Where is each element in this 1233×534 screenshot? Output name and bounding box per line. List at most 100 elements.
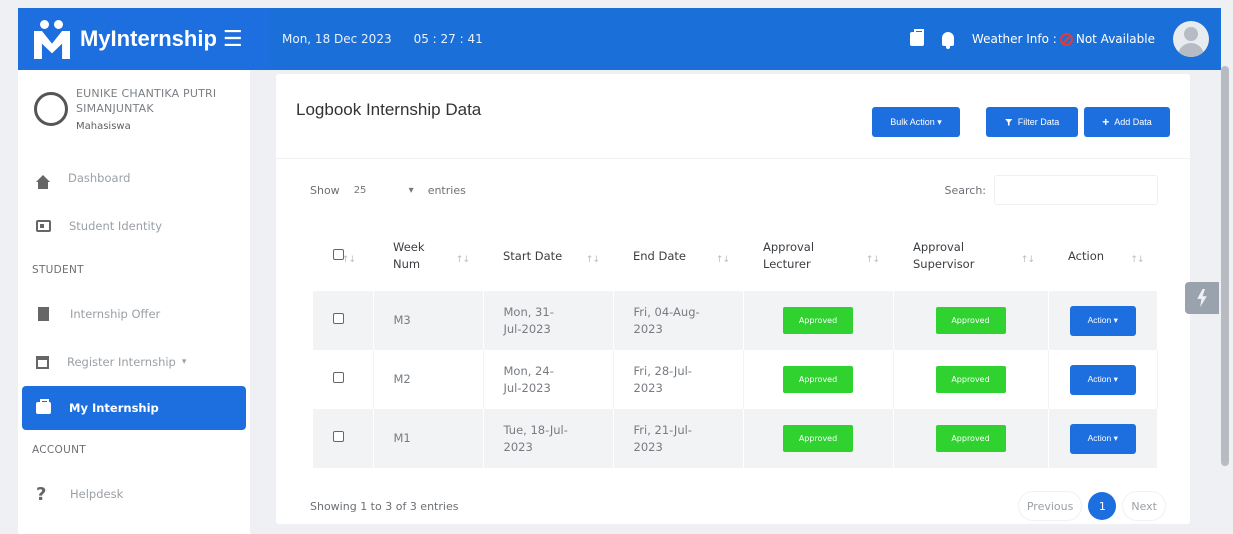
next-button[interactable]: Next [1122, 491, 1166, 521]
logbook-card: Logbook Internship Data Bulk Action ▾ Fi… [276, 74, 1190, 524]
page-1-button[interactable]: 1 [1088, 492, 1117, 520]
card-header: Logbook Internship Data Bulk Action ▾ Fi… [276, 74, 1190, 159]
chevron-down-icon: ▾ [181, 357, 187, 367]
add-data-button[interactable]: + Add Data [1084, 107, 1170, 137]
user-profile: EUNIKE CHANTIKA PUTRI SIMANJUNTAK Mahasi… [18, 70, 250, 132]
sidebar-item-helpdesk[interactable]: ? Helpdesk [18, 470, 250, 518]
app-root: MyInternship ☰ Mon, 18 Dec 2023 05 : 27 … [0, 0, 1233, 534]
search-input[interactable] [994, 175, 1158, 205]
briefcase-icon [36, 399, 51, 414]
brand[interactable]: MyInternship ☰ [18, 8, 270, 70]
home-icon [36, 174, 50, 189]
column-header-select[interactable]: ↑↓ [313, 221, 373, 291]
header-label: Week Num [393, 240, 425, 271]
row-select-cell [313, 409, 374, 468]
sidebar-item-register-internship[interactable]: Register Internship ▾ [18, 338, 250, 386]
column-header-approval-lecturer[interactable]: Approval Lecturer ↑↓ [743, 221, 893, 291]
entries-select[interactable]: 25 ▾ [348, 185, 420, 196]
approval-lecturer-cell: Approved [743, 350, 894, 409]
previous-button[interactable]: Previous [1017, 491, 1083, 521]
add-data-label: Add Data [1114, 117, 1152, 127]
sidebar-item-label: Internship Offer [70, 307, 161, 321]
row-checkbox[interactable] [333, 313, 344, 324]
row-checkbox[interactable] [333, 372, 344, 383]
column-header-end-date[interactable]: End Date ↑↓ [613, 221, 743, 291]
user-avatar-icon [34, 92, 68, 126]
header-actions: Bulk Action ▾ Filter Data + Add Data [872, 107, 1170, 137]
column-header-start-date[interactable]: Start Date ↑↓ [483, 221, 613, 291]
current-time: 05 : 27 : 41 [413, 32, 483, 46]
header-label: Action [1068, 248, 1105, 263]
ban-icon [1059, 32, 1073, 46]
week-num-cell: M1 [373, 409, 484, 468]
status-badge: Approved [935, 425, 1006, 452]
filter-data-button[interactable]: Filter Data [986, 107, 1078, 137]
column-header-approval-supervisor[interactable]: Approval Supervisor ↑↓ [893, 221, 1048, 291]
page-scrollbar[interactable] [1221, 66, 1229, 466]
header-label: End Date [633, 248, 686, 263]
filter-icon [1004, 118, 1013, 126]
show-label: Show [310, 183, 340, 197]
briefcase-icon[interactable] [909, 29, 924, 46]
bolt-icon [1197, 289, 1207, 307]
top-navbar: MyInternship ☰ Mon, 18 Dec 2023 05 : 27 … [18, 8, 1221, 70]
start-date-cell: Mon, 31-Jul-2023 [483, 291, 614, 350]
column-header-action[interactable]: Action ↑↓ [1048, 221, 1158, 291]
hamburger-icon[interactable]: ☰ [223, 27, 243, 52]
id-card-icon [36, 220, 51, 232]
pagination: Previous 1 Next [1017, 491, 1166, 521]
table-footer: Showing 1 to 3 of 3 entries Previous 1 N… [276, 468, 1190, 534]
section-student: STUDENT [32, 264, 84, 276]
sidebar-item-label: My Internship [69, 401, 159, 415]
row-action-button[interactable]: Action ▾ [1069, 305, 1136, 336]
table-row: M3 Mon, 31-Jul-2023 Fri, 04-Aug-2023 App… [313, 291, 1158, 350]
row-select-cell [313, 291, 374, 350]
approval-supervisor-cell: Approved [893, 409, 1049, 468]
page-title: Logbook Internship Data [296, 100, 482, 119]
sort-icon: ↑↓ [1130, 255, 1144, 265]
bell-icon[interactable] [941, 32, 954, 49]
brand-logo-icon [34, 19, 72, 59]
sidebar-nav: Dashboard Student Identity STUDENT Inter… [18, 154, 250, 518]
sidebar-item-label: Helpdesk [70, 487, 124, 501]
approval-lecturer-cell: Approved [743, 291, 894, 350]
week-num-cell: M3 [373, 291, 484, 350]
showing-info: Showing 1 to 3 of 3 entries [310, 499, 459, 513]
header-label: Approval Lecturer [763, 240, 815, 271]
bulk-action-label: Bulk Action [890, 117, 935, 127]
settings-float-button[interactable] [1185, 282, 1219, 314]
sidebar-item-student-identity[interactable]: Student Identity [18, 202, 250, 250]
end-date-cell: Fri, 21-Jul-2023 [613, 409, 744, 468]
sort-icon: ↑↓ [455, 255, 470, 265]
row-select-cell [313, 350, 374, 409]
table-row: M2 Mon, 24-Jul-2023 Fri, 28-Jul-2023 App… [313, 350, 1158, 409]
calendar-icon [36, 355, 49, 369]
entries-value: 25 [353, 184, 367, 196]
header-label: Start Date [503, 248, 563, 263]
user-avatar[interactable] [1173, 21, 1209, 57]
start-date-cell: Mon, 24-Jul-2023 [483, 350, 614, 409]
filter-data-label: Filter Data [1017, 117, 1060, 127]
sidebar-item-dashboard[interactable]: Dashboard [18, 154, 250, 202]
end-date: Fri, 28-Jul-2023 [633, 363, 692, 395]
weather-label: Weather Info : [971, 32, 1057, 46]
sidebar-item-label: Dashboard [68, 171, 131, 185]
row-action-button[interactable]: Action ▾ [1069, 423, 1136, 454]
column-header-week-num[interactable]: Week Num ↑↓ [373, 221, 483, 291]
approval-supervisor-cell: Approved [893, 291, 1049, 350]
sidebar-item-internship-offer[interactable]: Internship Offer [18, 290, 250, 338]
end-date: Fri, 04-Aug-2023 [633, 304, 700, 336]
question-icon: ? [36, 484, 47, 505]
row-action-button[interactable]: Action ▾ [1069, 364, 1136, 395]
topbar-right: Weather Info : Not Available [909, 21, 1221, 57]
document-icon [38, 307, 49, 321]
plus-icon: + [1102, 115, 1110, 129]
sort-icon: ↑↓ [585, 255, 600, 265]
start-date: Mon, 31-Jul-2023 [503, 304, 554, 336]
end-date-cell: Fri, 04-Aug-2023 [613, 291, 744, 350]
table-row: M1 Tue, 18-Jul-2023 Fri, 21-Jul-2023 App… [313, 409, 1158, 468]
chevron-down-icon: ▾ [937, 116, 942, 127]
bulk-action-button[interactable]: Bulk Action ▾ [872, 107, 960, 137]
row-checkbox[interactable] [333, 431, 344, 442]
sidebar-item-my-internship[interactable]: My Internship [22, 386, 246, 430]
